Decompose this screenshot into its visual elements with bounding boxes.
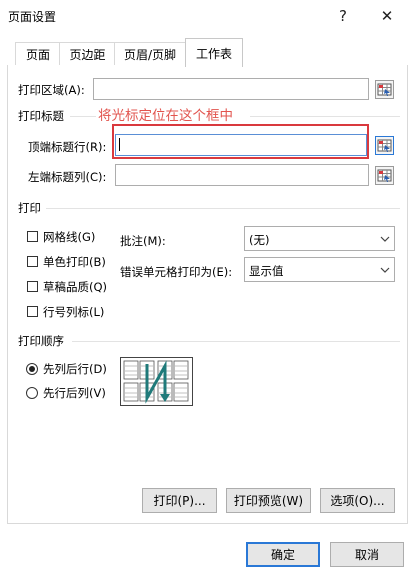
print-area-input[interactable]: [93, 78, 369, 100]
section-divider: [250, 116, 400, 117]
window-title: 页面设置: [8, 10, 57, 24]
options-button[interactable]: 选项(O)...: [320, 488, 395, 513]
print-button[interactable]: 打印(P)...: [142, 488, 217, 513]
page-order-icon: [123, 360, 189, 404]
print-titles-section: 打印标题: [18, 109, 64, 123]
tab-margins[interactable]: 页边距: [59, 42, 116, 65]
down-then-over-label: 先列后行(D): [43, 362, 107, 376]
down-then-over-radio[interactable]: [26, 363, 38, 375]
black-and-white-label: 单色打印(B): [43, 255, 106, 269]
title-bar: 页面设置 ? ✕: [0, 0, 413, 32]
annotation-text: 将光标定位在这个框中: [98, 108, 233, 124]
comments-value: (无): [249, 233, 270, 247]
title-rows-range-button[interactable]: [375, 136, 394, 155]
print-area-label: 打印区域(A):: [18, 83, 85, 97]
draft-quality-label: 草稿品质(Q): [43, 280, 108, 294]
gridlines-label: 网格线(G): [43, 230, 96, 244]
chevron-down-icon: [376, 227, 394, 250]
row-col-headings-checkbox[interactable]: [27, 306, 38, 317]
cell-errors-select[interactable]: 显示值: [244, 257, 395, 282]
row-col-headings-label: 行号列标(L): [43, 305, 105, 319]
draft-quality-checkbox[interactable]: [27, 281, 38, 292]
over-then-down-label: 先行后列(V): [43, 386, 106, 400]
chevron-down-icon: [376, 258, 394, 281]
section-divider: [72, 341, 400, 342]
help-icon[interactable]: ?: [330, 4, 356, 28]
range-select-icon: [377, 139, 392, 152]
title-cols-range-button[interactable]: [375, 166, 394, 185]
gridlines-checkbox[interactable]: [27, 231, 38, 242]
over-then-down-radio[interactable]: [26, 387, 38, 399]
title-cols-label: 左端标题列(C):: [28, 170, 107, 184]
print-area-range-button[interactable]: [375, 80, 394, 99]
range-select-icon: [377, 169, 392, 182]
cell-errors-value: 显示值: [249, 264, 284, 278]
black-and-white-checkbox[interactable]: [27, 256, 38, 267]
print-preview-button[interactable]: 打印预览(W): [226, 488, 311, 513]
annotation-highlight-box: [112, 124, 369, 159]
comments-select[interactable]: (无): [244, 226, 395, 251]
page-order-diagram: [120, 357, 193, 406]
tab-page[interactable]: 页面: [15, 42, 61, 65]
section-divider: [46, 208, 400, 209]
cell-errors-label: 错误单元格打印为(E):: [120, 265, 233, 279]
section-divider: [70, 116, 96, 117]
cancel-button[interactable]: 取消: [330, 542, 404, 567]
page-order-section: 打印顺序: [18, 334, 64, 348]
ok-button[interactable]: 确定: [246, 542, 320, 567]
tab-header-footer[interactable]: 页眉/页脚: [114, 42, 186, 65]
title-rows-label: 顶端标题行(R):: [28, 140, 107, 154]
comments-label: 批注(M):: [120, 234, 166, 248]
range-select-icon: [377, 83, 392, 96]
close-icon[interactable]: ✕: [374, 4, 400, 28]
tab-sheet[interactable]: 工作表: [185, 38, 243, 67]
print-section: 打印: [18, 201, 41, 215]
title-cols-input[interactable]: [115, 164, 369, 186]
